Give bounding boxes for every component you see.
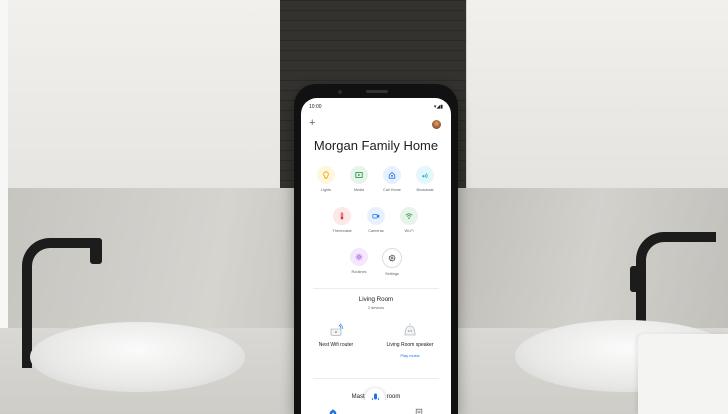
shortcut-media[interactable]: Media	[341, 166, 377, 192]
shortcut-call-home[interactable]: Call Home	[374, 166, 410, 192]
device-nest-wifi-router[interactable]: Nest Wifi router	[305, 323, 367, 348]
shortcut-settings[interactable]: Settings	[374, 248, 410, 276]
front-camera	[338, 90, 342, 94]
shortcut-label: Media	[353, 188, 365, 192]
mirror-cabinet-right	[466, 0, 728, 190]
shortcut-routines[interactable]: Routines	[341, 248, 377, 274]
page-title: Morgan Family Home	[313, 138, 439, 153]
sink-left	[30, 322, 245, 392]
towel	[638, 334, 728, 414]
shortcut-label: Wi-Fi	[404, 229, 414, 233]
feed-icon[interactable]	[415, 403, 423, 414]
broadcast-icon	[416, 166, 434, 184]
mirror-cabinet-left	[8, 0, 281, 190]
avatar[interactable]	[432, 120, 441, 129]
shortcut-label: Broadcast	[416, 188, 434, 192]
room-device-count: 2 devices	[367, 306, 385, 310]
gear-icon	[382, 248, 402, 268]
status-time: 10:00	[309, 104, 322, 110]
shortcut-label: Cameras	[368, 229, 384, 233]
shortcut-label: Settings	[385, 272, 399, 276]
bottom-navigation	[301, 400, 451, 414]
status-icons: ▾◢▮	[433, 104, 443, 110]
router-icon	[328, 323, 344, 337]
shortcut-label: Routines	[351, 270, 367, 274]
call-home-icon	[383, 166, 401, 184]
device-living-room-speaker[interactable]: Living Room speaker Play music	[379, 323, 441, 358]
status-bar: 10:00 ▾◢▮	[309, 104, 443, 112]
shortcut-label: Thermostat	[332, 229, 352, 233]
room-title[interactable]: Living Room	[301, 296, 451, 303]
earpiece-speaker	[366, 90, 388, 93]
add-icon[interactable]: +	[309, 118, 315, 129]
shortcut-wifi[interactable]: Wi-Fi	[391, 207, 427, 233]
section-divider	[313, 288, 439, 289]
shortcut-broadcast[interactable]: Broadcast	[407, 166, 443, 192]
section-divider	[313, 378, 439, 379]
home-icon[interactable]	[329, 403, 337, 414]
shortcut-cameras[interactable]: Cameras	[358, 207, 394, 233]
shortcut-label: Lights	[320, 188, 332, 192]
routines-icon	[350, 248, 368, 266]
shortcut-thermostat[interactable]: Thermostat	[324, 207, 360, 233]
speaker-icon	[402, 323, 418, 337]
play-music-link[interactable]: Play music	[379, 353, 441, 358]
thermostat-icon	[333, 207, 351, 225]
google-home-screen: 10:00 ▾◢▮ + Morgan Family Home Lights Me…	[301, 98, 451, 414]
phone: 10:00 ▾◢▮ + Morgan Family Home Lights Me…	[294, 84, 458, 414]
device-label: Nest Wifi router	[318, 342, 354, 348]
wifi-icon	[400, 207, 418, 225]
media-icon	[350, 166, 368, 184]
shortcut-lights[interactable]: Lights	[308, 166, 344, 192]
camera-icon	[367, 207, 385, 225]
shortcut-label: Call Home	[383, 188, 401, 192]
lightbulb-icon	[317, 166, 335, 184]
device-label: Living Room speaker	[386, 342, 434, 348]
